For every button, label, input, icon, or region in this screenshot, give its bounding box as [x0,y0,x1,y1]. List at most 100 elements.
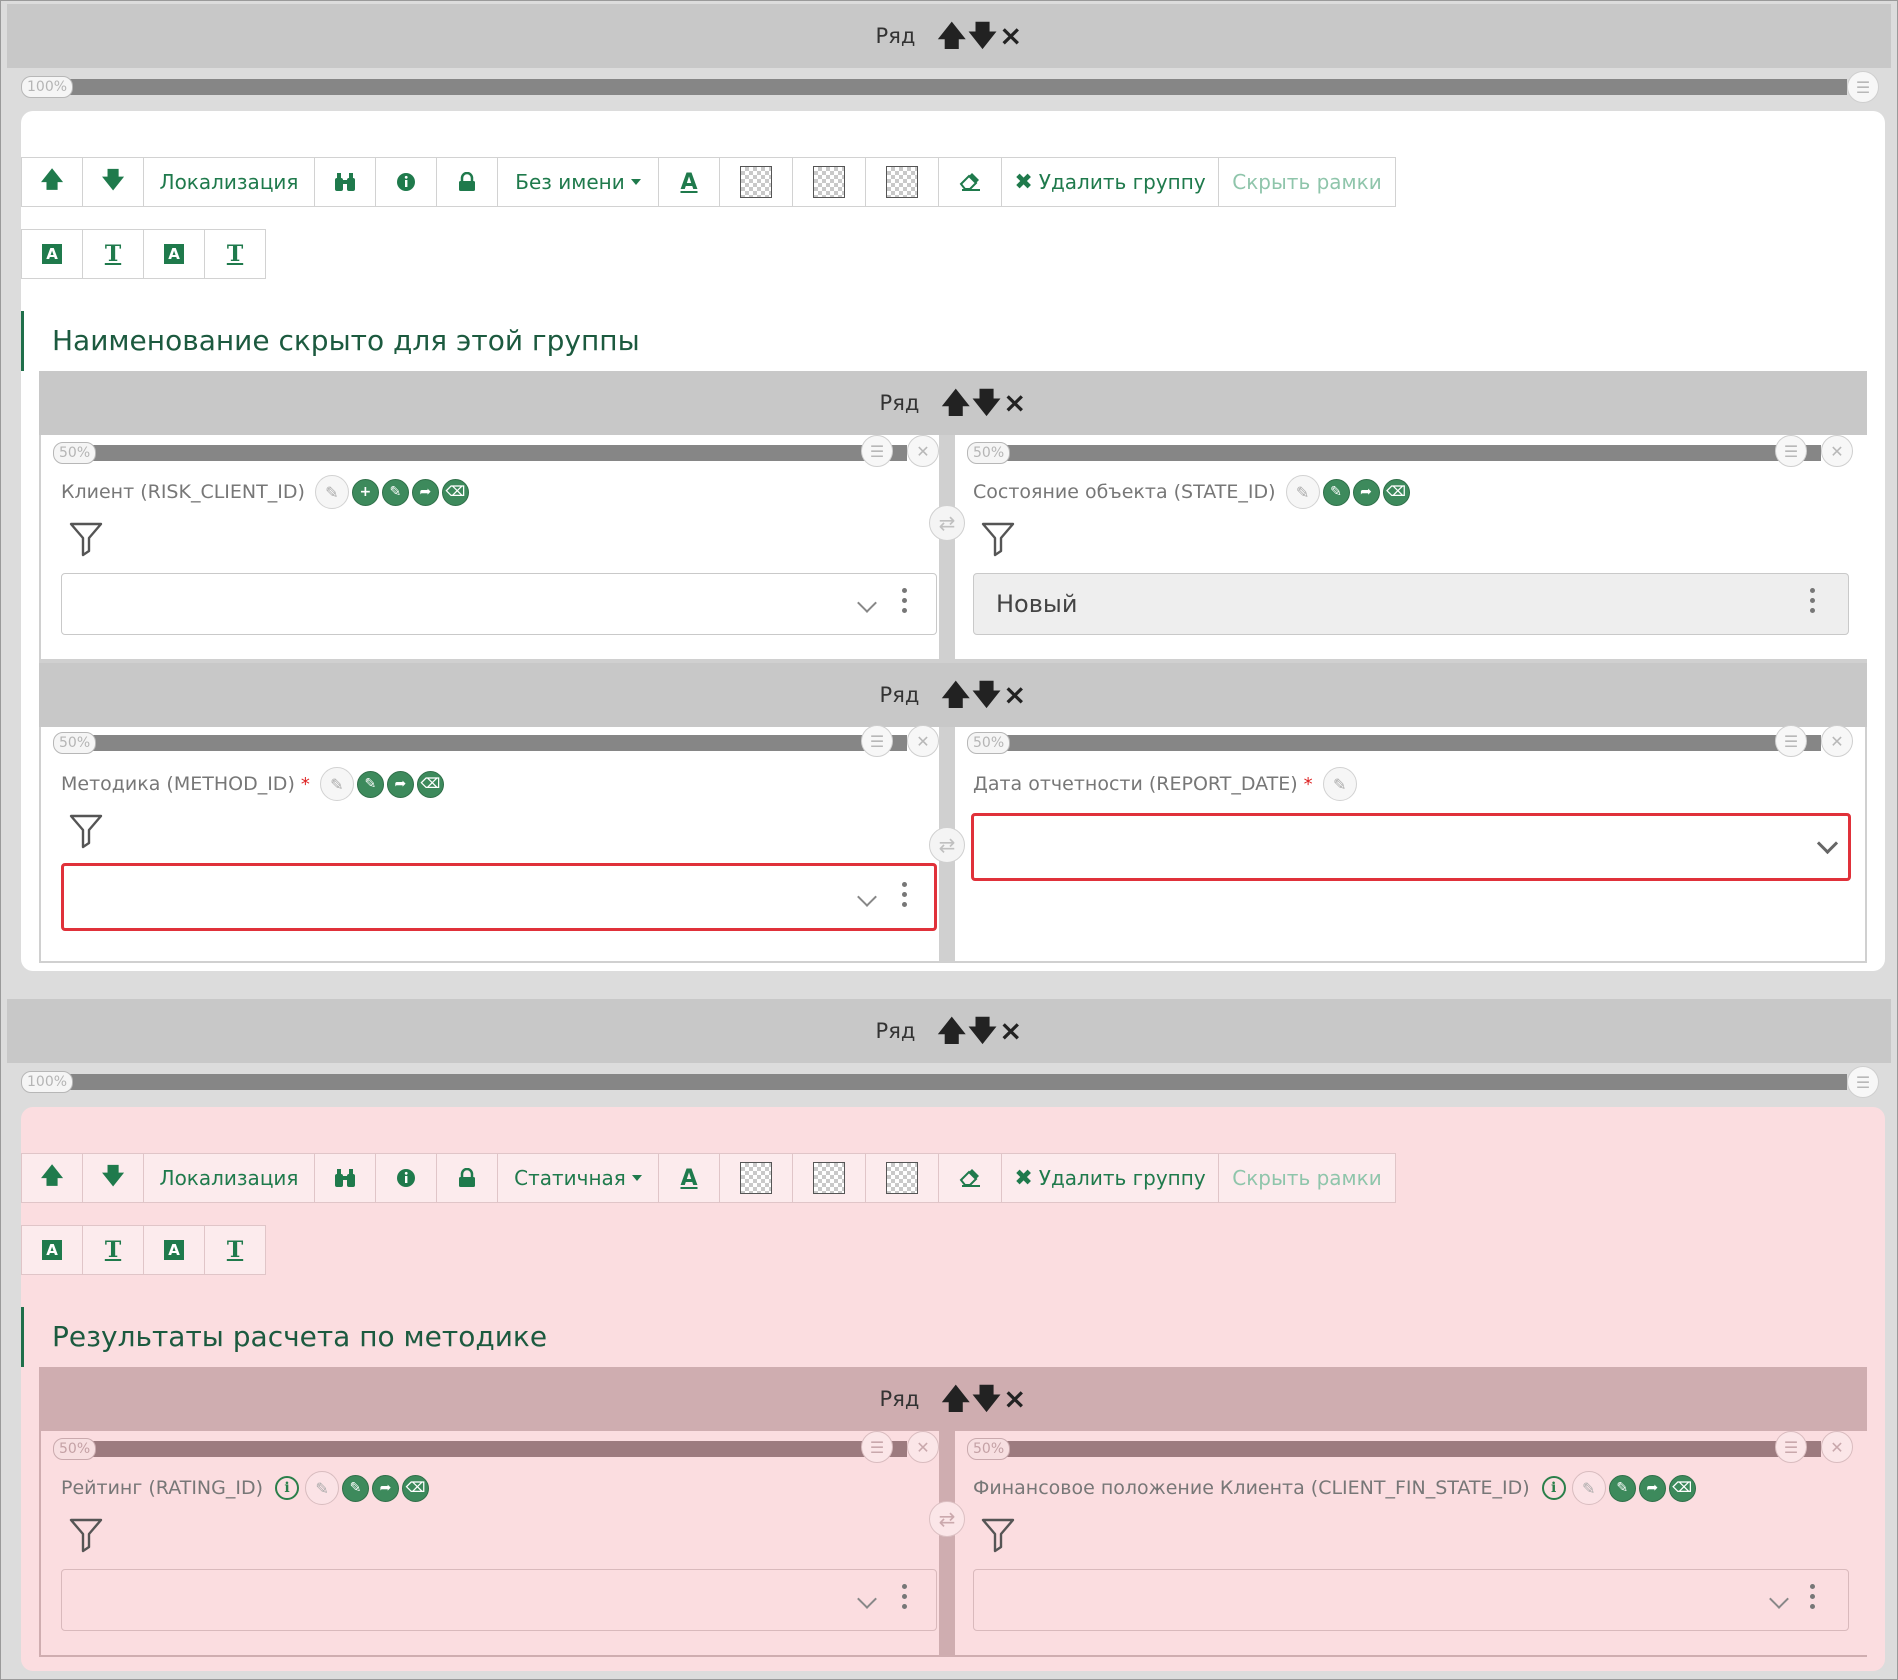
more-vertical-icon[interactable] [902,1584,908,1609]
label-text-style-button[interactable]: T [204,1225,266,1275]
more-vertical-icon[interactable] [902,588,908,613]
fin-state-select[interactable] [973,1569,1849,1631]
close-icon[interactable]: × [999,22,1022,50]
move-down-icon[interactable]: 🡇 [972,681,1001,709]
name-mode-dropdown[interactable]: Без имени [497,157,659,207]
close-icon[interactable]: × [999,1017,1022,1045]
state-select[interactable]: Новый [973,573,1849,635]
binoculars-button[interactable] [314,1153,376,1203]
column-width-bar[interactable] [995,735,1821,751]
move-down-icon[interactable]: 🡇 [972,389,1001,417]
binoculars-button[interactable] [314,157,376,207]
label-font-color-button[interactable]: A [143,229,205,279]
move-up-icon[interactable]: 🡅 [937,1017,966,1045]
move-down-icon[interactable]: 🡇 [968,1017,997,1045]
more-vertical-icon[interactable] [1810,1584,1816,1609]
name-mode-dropdown[interactable]: Статичная [497,1153,659,1203]
column-width-bar[interactable] [61,1074,1847,1090]
edit-icon[interactable]: ✎ [314,475,349,509]
report-date-select[interactable] [971,813,1851,881]
border-color-button[interactable] [792,1153,866,1203]
column-menu-icon[interactable]: ☰ [1775,1431,1807,1463]
eraser-button[interactable] [938,1153,1002,1203]
move-up-icon[interactable]: 🡅 [941,1385,970,1413]
column-width-bar[interactable] [81,445,907,461]
share-arrow-icon[interactable]: ➦ [372,1474,400,1502]
title-color-button[interactable] [865,1153,939,1203]
text-color-button[interactable]: A [658,157,720,207]
pencil-icon[interactable]: ✎ [1322,478,1350,506]
lock-button[interactable] [436,1153,498,1203]
info-button[interactable] [375,1153,437,1203]
label-font-color-button[interactable]: A [143,1225,205,1275]
label-text-style-button[interactable]: T [204,229,266,279]
info-icon[interactable]: i [1541,1476,1566,1500]
more-vertical-icon[interactable] [1810,588,1816,613]
pencil-icon[interactable]: ✎ [1608,1474,1636,1502]
share-arrow-icon[interactable]: ➦ [1638,1474,1666,1502]
move-down-button[interactable]: 🡇 [82,1153,144,1203]
pencil-icon[interactable]: ✎ [356,770,384,798]
swap-columns-icon[interactable]: ⇄ [929,827,965,863]
remove-column-icon[interactable]: ✕ [907,1431,939,1463]
edit-icon[interactable]: ✎ [319,767,354,801]
column-width-bar[interactable] [995,445,1821,461]
edit-icon[interactable]: ✎ [1571,1471,1606,1505]
eraser-icon[interactable]: ⌫ [441,478,469,506]
delete-group-button[interactable]: ✖ Удалить группу [1001,1153,1219,1203]
share-arrow-icon[interactable]: ➦ [411,478,439,506]
share-arrow-icon[interactable]: ➦ [386,770,414,798]
localization-button[interactable]: Локализация [143,157,315,207]
move-up-button[interactable]: 🡅 [21,157,83,207]
filter-icon[interactable] [981,1517,1015,1553]
column-width-bar[interactable] [995,1441,1821,1457]
column-menu-icon[interactable]: ☰ [1775,725,1807,757]
title-font-color-button[interactable]: A [21,229,83,279]
eraser-icon[interactable]: ⌫ [402,1474,430,1502]
edit-icon[interactable]: ✎ [1322,767,1357,801]
title-text-style-button[interactable]: T [82,1225,144,1275]
rating-select[interactable] [61,1569,937,1631]
hide-frames-button[interactable]: Скрыть рамки [1218,157,1396,207]
remove-column-icon[interactable]: ✕ [1821,435,1853,467]
edit-icon[interactable]: ✎ [1285,475,1320,509]
add-icon[interactable]: + [351,478,379,506]
column-menu-icon[interactable]: ☰ [861,435,893,467]
filter-icon[interactable] [69,521,103,557]
move-down-icon[interactable]: 🡇 [972,1385,1001,1413]
hide-frames-button[interactable]: Скрыть рамки [1218,1153,1396,1203]
column-menu-icon[interactable]: ☰ [861,725,893,757]
eraser-icon[interactable]: ⌫ [1668,1474,1696,1502]
move-up-icon[interactable]: 🡅 [941,389,970,417]
text-color-button[interactable]: A [658,1153,720,1203]
filter-icon[interactable] [69,1517,103,1553]
delete-group-button[interactable]: ✖ Удалить группу [1001,157,1219,207]
move-down-icon[interactable]: 🡇 [968,22,997,50]
eraser-icon[interactable]: ⌫ [416,770,444,798]
client-select[interactable] [61,573,937,635]
filter-icon[interactable] [69,813,103,849]
column-menu-icon[interactable]: ☰ [1847,71,1879,103]
column-width-bar[interactable] [61,79,1847,95]
column-menu-icon[interactable]: ☰ [1847,1066,1879,1098]
info-button[interactable] [375,157,437,207]
swap-columns-icon[interactable]: ⇄ [929,1501,965,1537]
title-color-button[interactable] [865,157,939,207]
remove-column-icon[interactable]: ✕ [1821,725,1853,757]
title-font-color-button[interactable]: A [21,1225,83,1275]
column-width-bar[interactable] [81,1441,907,1457]
share-arrow-icon[interactable]: ➦ [1352,478,1380,506]
remove-column-icon[interactable]: ✕ [907,725,939,757]
column-menu-icon[interactable]: ☰ [1775,435,1807,467]
eraser-icon[interactable]: ⌫ [1382,478,1410,506]
move-down-button[interactable]: 🡇 [82,157,144,207]
lock-button[interactable] [436,157,498,207]
border-color-button[interactable] [792,157,866,207]
background-color-button[interactable] [719,157,793,207]
filter-icon[interactable] [981,521,1015,557]
remove-column-icon[interactable]: ✕ [1821,1431,1853,1463]
more-vertical-icon[interactable] [902,882,908,907]
move-up-icon[interactable]: 🡅 [941,681,970,709]
info-icon[interactable]: i [275,1476,300,1500]
close-icon[interactable]: × [1003,681,1026,709]
